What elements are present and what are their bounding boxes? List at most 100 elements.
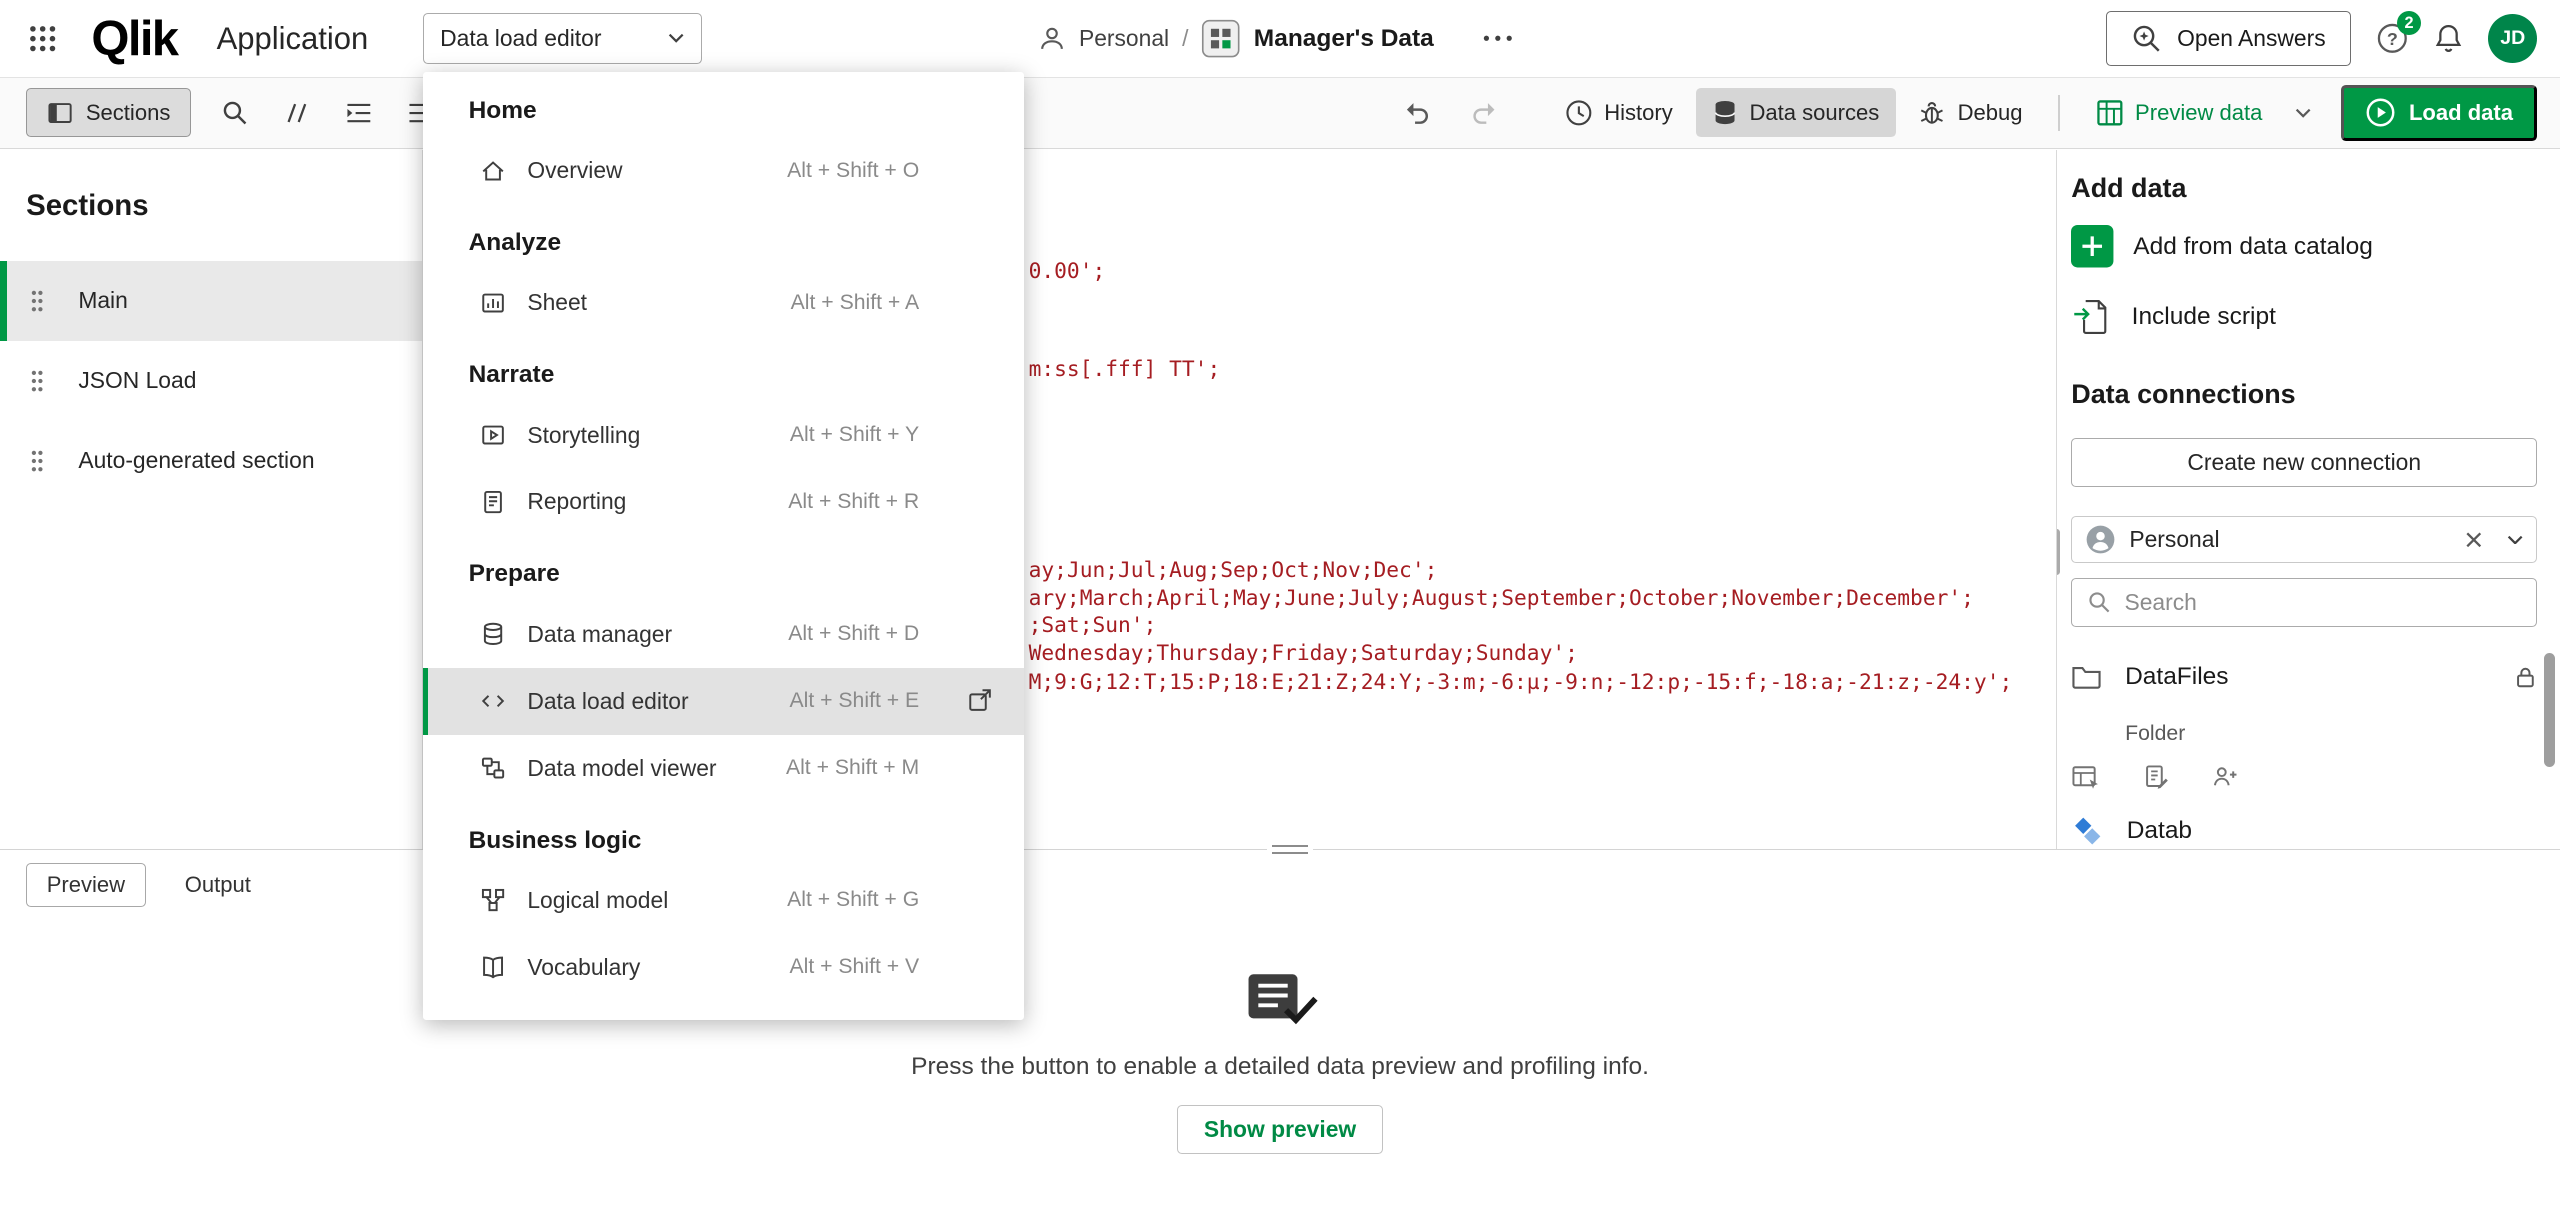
connection-item-datafiles[interactable]: DataFiles xyxy=(2071,663,2537,691)
open-in-new-icon[interactable] xyxy=(967,687,993,713)
section-item-json-load[interactable]: JSON Load xyxy=(0,341,422,421)
menu-item-shortcut: Alt + Shift + E xyxy=(789,689,919,713)
preview-pane-tabs: Preview Output xyxy=(26,863,270,907)
data-preview-check-icon xyxy=(1242,971,1317,1030)
menu-item-shortcut: Alt + Shift + D xyxy=(788,622,919,646)
space-filter-select[interactable]: Personal xyxy=(2071,516,2537,563)
breadcrumb-space[interactable]: Personal xyxy=(1079,25,1169,52)
grid-icon xyxy=(28,24,57,53)
storytelling-icon xyxy=(480,422,506,448)
undo-button[interactable] xyxy=(1386,88,1448,137)
menu-item-shortcut: Alt + Shift + V xyxy=(789,955,919,979)
sections-panel-title: Sections xyxy=(0,150,422,223)
chevron-down-icon xyxy=(2295,108,2311,118)
debug-button[interactable]: Debug xyxy=(1902,88,2039,137)
menu-item-overview[interactable]: Overview Alt + Shift + O xyxy=(423,137,1024,204)
add-from-catalog-button[interactable]: Add from data catalog xyxy=(2071,225,2537,267)
app-options-button[interactable] xyxy=(1473,26,1522,52)
preview-data-caret-button[interactable] xyxy=(2285,102,2321,125)
toolbar-divider xyxy=(2058,95,2060,131)
include-script-button[interactable]: Include script xyxy=(2071,297,2537,336)
preview-data-button[interactable]: Preview data xyxy=(2080,88,2279,137)
create-connection-button[interactable]: Create new connection xyxy=(2071,438,2537,487)
qlik-logo[interactable]: Qlik xyxy=(91,11,177,67)
data-load-editor-icon xyxy=(480,688,506,714)
menu-group-header: Analyze xyxy=(423,217,1024,269)
menu-group-home: Home Overview Alt + Shift + O xyxy=(423,85,1024,204)
personal-space-icon xyxy=(2085,524,2116,555)
show-preview-button[interactable]: Show preview xyxy=(1177,1105,1384,1154)
menu-group-business-logic: Business logic Logical model Alt + Shift… xyxy=(423,815,1024,1001)
search-button[interactable] xyxy=(204,88,266,137)
menu-item-storytelling[interactable]: Storytelling Alt + Shift + Y xyxy=(423,402,1024,469)
view-selector-dropdown[interactable]: Data load editor xyxy=(423,13,702,64)
undo-icon xyxy=(1402,99,1431,127)
close-icon xyxy=(2464,530,2484,550)
logical-model-icon xyxy=(480,887,506,913)
code-line: m:ss[.fff] TT'; xyxy=(1029,356,1221,384)
code-line: 0.00'; xyxy=(1029,258,1106,286)
notifications-button[interactable] xyxy=(2433,22,2464,55)
menu-item-data-model-viewer[interactable]: Data model viewer Alt + Shift + M xyxy=(423,735,1024,802)
edit-script-icon[interactable] xyxy=(2143,764,2169,790)
data-sources-button[interactable]: Data sources xyxy=(1696,88,1896,137)
menu-item-vocabulary[interactable]: Vocabulary Alt + Shift + V xyxy=(423,934,1024,1001)
code-line: M;9:G;12:T;15:P;18:E;21:Z;24:Y;-3:m;-6:µ… xyxy=(1029,669,2013,697)
add-from-catalog-label: Add from data catalog xyxy=(2133,233,2373,261)
database-icon xyxy=(1712,99,1738,127)
open-answers-label: Open Answers xyxy=(2177,25,2326,52)
comment-button[interactable] xyxy=(266,88,328,137)
data-connections-title: Data connections xyxy=(2071,379,2537,410)
sections-toggle-label: Sections xyxy=(86,100,171,126)
outdent-button[interactable] xyxy=(328,88,390,137)
section-item-label: JSON Load xyxy=(78,367,196,394)
app-launcher-button[interactable] xyxy=(13,9,72,68)
menu-item-label: Data model viewer xyxy=(527,755,716,782)
tab-preview[interactable]: Preview xyxy=(26,863,146,907)
clock-icon xyxy=(1565,99,1593,127)
redo-button[interactable] xyxy=(1454,88,1516,137)
add-data-title: Add data xyxy=(2071,173,2537,204)
sections-toggle-button[interactable]: Sections xyxy=(26,88,191,137)
drag-handle-icon[interactable] xyxy=(29,288,45,314)
menu-item-logical-model[interactable]: Logical model Alt + Shift + G xyxy=(423,867,1024,934)
lock-icon xyxy=(2514,665,2537,689)
drag-handle-icon[interactable] xyxy=(29,368,45,394)
history-button[interactable]: History xyxy=(1549,88,1689,137)
menu-item-shortcut: Alt + Shift + Y xyxy=(790,423,919,447)
select-data-icon[interactable] xyxy=(2071,764,2100,790)
menu-item-data-manager[interactable]: Data manager Alt + Shift + D xyxy=(423,601,1024,668)
plus-square-icon xyxy=(2071,225,2113,267)
section-item-main[interactable]: Main xyxy=(0,261,422,341)
search-input[interactable] xyxy=(2124,589,2521,616)
svg-text:?: ? xyxy=(2386,29,2397,49)
ellipsis-icon xyxy=(1483,35,1512,42)
panel-left-icon xyxy=(47,100,73,126)
user-avatar[interactable]: JD xyxy=(2488,14,2537,63)
connection-item-partial[interactable]: Datab xyxy=(2071,816,2537,845)
toolbar-right: History Data sources Debug Preview data xyxy=(1386,85,2538,141)
credentials-icon[interactable] xyxy=(2212,764,2238,790)
menu-item-label: Vocabulary xyxy=(527,954,640,981)
menu-item-label: Reporting xyxy=(527,488,626,515)
scrollbar-thumb[interactable] xyxy=(2544,653,2555,767)
section-item-auto-generated[interactable]: Auto-generated section xyxy=(0,421,422,501)
menu-item-sheet[interactable]: Sheet Alt + Shift + A xyxy=(423,269,1024,336)
add-data-panel: Add data Add from data catalog Include s… xyxy=(2056,150,2560,849)
navigation-menu: Home Overview Alt + Shift + O Analyze Sh… xyxy=(423,72,1024,1020)
help-button[interactable]: ? 2 xyxy=(2376,22,2409,55)
load-data-button[interactable]: Load data xyxy=(2341,85,2538,141)
open-answers-button[interactable]: Open Answers xyxy=(2106,11,2351,67)
splitter-handle[interactable] xyxy=(1267,841,1313,859)
folder-icon xyxy=(2071,664,2102,690)
preview-pane: Preview Output Press the button to enabl… xyxy=(0,849,2560,1220)
menu-item-reporting[interactable]: Reporting Alt + Shift + R xyxy=(423,468,1024,535)
preview-message: Press the button to enable a detailed da… xyxy=(0,1053,2560,1081)
preview-empty-state: Press the button to enable a detailed da… xyxy=(0,971,2560,1155)
drag-handle-icon[interactable] xyxy=(29,448,45,474)
code-line: Wednesday;Thursday;Friday;Saturday;Sunda… xyxy=(1029,640,1578,668)
tab-output[interactable]: Output xyxy=(165,863,270,907)
chevron-down-icon xyxy=(668,33,684,43)
menu-item-data-load-editor[interactable]: Data load editor Alt + Shift + E xyxy=(423,668,1024,735)
clear-filter-button[interactable] xyxy=(2464,530,2484,550)
